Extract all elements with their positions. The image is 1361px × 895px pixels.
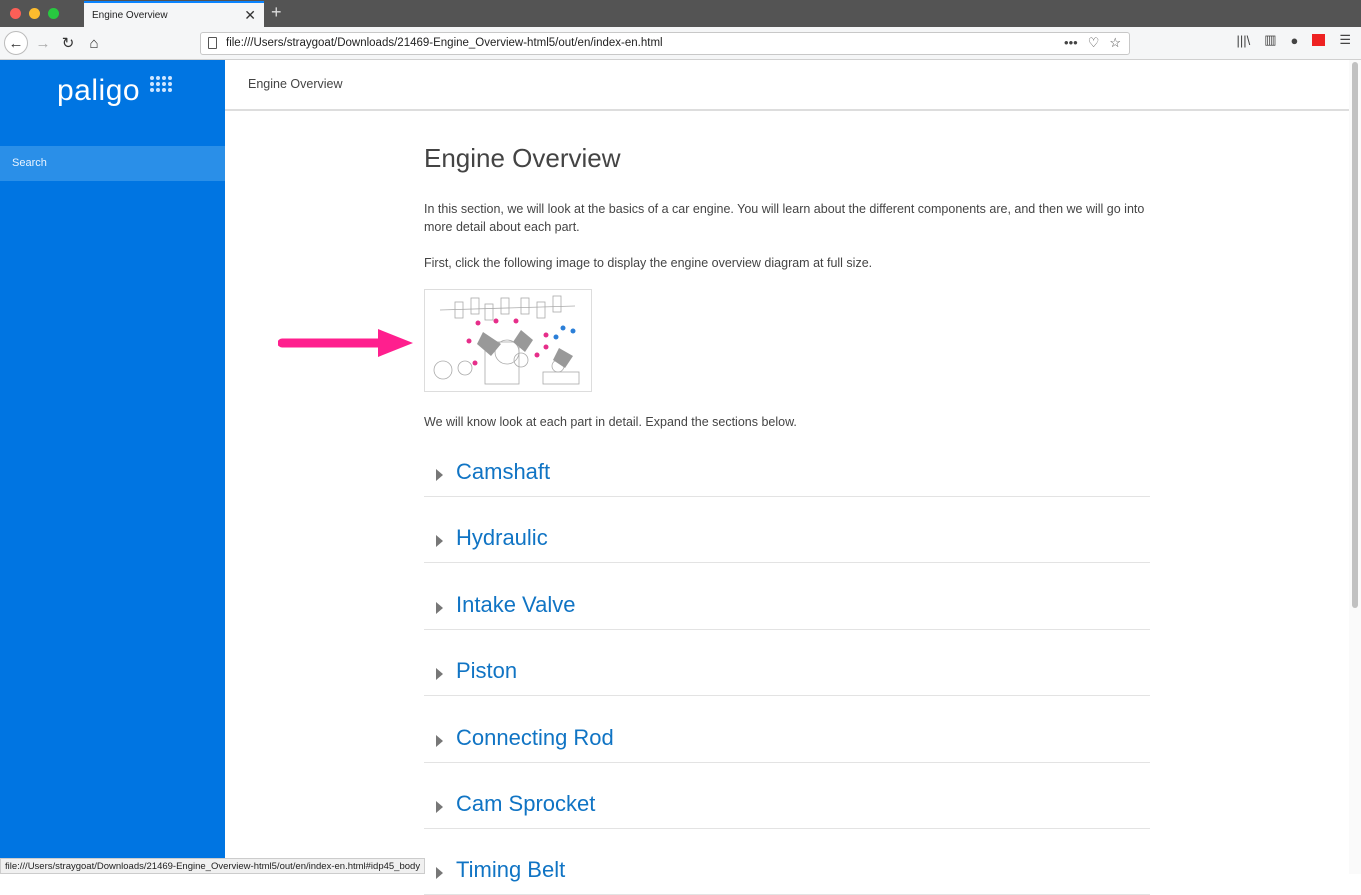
section-connecting-rod[interactable]: Connecting Rod xyxy=(424,717,1150,763)
url-text: file:///Users/straygoat/Downloads/21469-… xyxy=(226,37,663,49)
expand-triangle-icon xyxy=(436,668,443,680)
section-title[interactable]: Intake Valve xyxy=(456,592,575,618)
close-window-button[interactable] xyxy=(10,8,21,19)
section-camshaft[interactable]: Camshaft xyxy=(424,451,1150,497)
sidebar: paligo Search xyxy=(0,60,225,874)
zoom-window-button[interactable] xyxy=(48,8,59,19)
more-icon[interactable]: ••• xyxy=(1064,35,1078,51)
section-intake-valve[interactable]: Intake Valve xyxy=(424,584,1150,630)
engine-diagram-thumbnail[interactable] xyxy=(424,289,592,392)
close-tab-icon[interactable]: ✕ xyxy=(244,7,256,24)
sidebar-toggle-icon[interactable]: ▥ xyxy=(1264,32,1276,48)
section-title[interactable]: Hydraulic xyxy=(456,525,548,551)
tab-title: Engine Overview xyxy=(92,10,168,21)
expand-triangle-icon xyxy=(436,602,443,614)
tab-bar: Engine Overview ✕ + xyxy=(0,0,1361,27)
section-title[interactable]: Camshaft xyxy=(456,459,550,485)
window-controls xyxy=(10,8,59,19)
search-input[interactable]: Search xyxy=(0,146,225,181)
pocket-icon[interactable]: ♡ xyxy=(1088,35,1100,51)
nav-bar: ← → ↻ ⌂ file:///Users/straygoat/Download… xyxy=(0,27,1361,60)
paligo-logo[interactable]: paligo xyxy=(57,74,140,108)
forward-icon[interactable]: → xyxy=(32,32,54,54)
expand-triangle-icon xyxy=(436,867,443,879)
section-piston[interactable]: Piston xyxy=(424,650,1150,696)
scrollbar[interactable] xyxy=(1349,60,1361,874)
status-bar-url: file:///Users/straygoat/Downloads/21469-… xyxy=(0,858,426,874)
engine-diagram-icon xyxy=(433,295,580,385)
intro-paragraph: In this section, we will look at the bas… xyxy=(424,202,1145,234)
section-title[interactable]: Connecting Rod xyxy=(456,725,614,751)
logo-dots-icon xyxy=(150,76,172,92)
bookmark-star-icon[interactable]: ☆ xyxy=(1109,35,1121,51)
header-title: Engine Overview xyxy=(248,77,343,91)
browser-tab[interactable]: Engine Overview ✕ xyxy=(84,1,264,27)
section-title[interactable]: Piston xyxy=(456,658,517,684)
page-header: Engine Overview xyxy=(225,60,1349,111)
expand-triangle-icon xyxy=(436,801,443,813)
section-hydraulic[interactable]: Hydraulic xyxy=(424,517,1150,563)
reload-icon[interactable]: ↻ xyxy=(57,32,79,54)
new-tab-icon[interactable]: + xyxy=(271,2,282,23)
expand-triangle-icon xyxy=(436,535,443,547)
menu-icon[interactable]: ☰ xyxy=(1339,32,1351,48)
expand-triangle-icon xyxy=(436,735,443,747)
section-cam-sprocket[interactable]: Cam Sprocket xyxy=(424,783,1150,829)
expand-triangle-icon xyxy=(436,469,443,481)
section-title[interactable]: Cam Sprocket xyxy=(456,791,595,817)
page-icon xyxy=(208,37,217,49)
page-title: Engine Overview xyxy=(424,143,621,173)
instruction-paragraph: First, click the following image to disp… xyxy=(424,256,873,270)
scrollbar-thumb[interactable] xyxy=(1352,62,1358,608)
section-timing-belt[interactable]: Timing Belt xyxy=(424,849,1150,895)
account-icon[interactable]: ● xyxy=(1290,33,1298,48)
pink-arrow-icon xyxy=(278,329,413,357)
extension-icon[interactable] xyxy=(1312,34,1326,46)
expand-hint: We will know look at each part in detail… xyxy=(424,415,797,429)
back-icon[interactable]: ← xyxy=(4,31,28,55)
url-bar[interactable]: file:///Users/straygoat/Downloads/21469-… xyxy=(200,32,1130,55)
minimize-window-button[interactable] xyxy=(29,8,40,19)
library-icon[interactable]: |||\ xyxy=(1236,33,1250,48)
section-title[interactable]: Timing Belt xyxy=(456,857,565,883)
home-icon[interactable]: ⌂ xyxy=(83,32,105,54)
